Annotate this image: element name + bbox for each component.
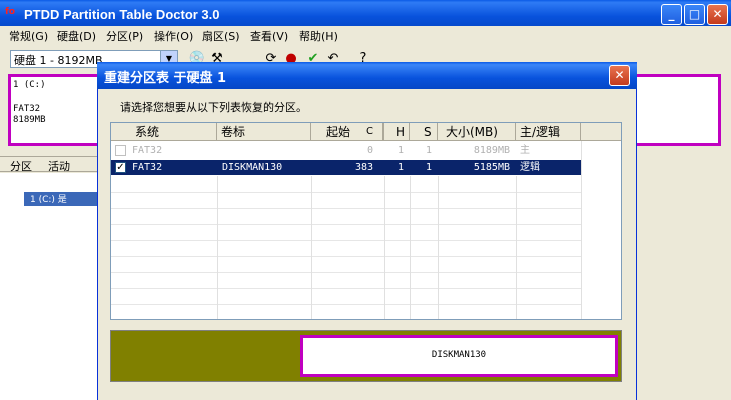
preview-partition-label: DISKMAN130	[431, 350, 487, 360]
app-logo-icon: fo	[5, 7, 16, 17]
disk-select-value: 硬盘 1 - 8192MB	[14, 54, 103, 67]
close-button[interactable]: ✕	[707, 4, 728, 25]
grid-line	[438, 176, 439, 319]
grid-line	[111, 272, 581, 273]
disk-map-size: 8189MB	[13, 115, 46, 125]
grid-line	[111, 240, 581, 241]
row-size: 8189MB	[473, 145, 510, 156]
dialog-prompt: 请选择您想要从以下列表恢复的分区。	[120, 101, 307, 114]
row-head: 1	[397, 145, 404, 156]
row-system: FAT32	[132, 162, 163, 173]
grid-line	[111, 304, 581, 305]
column-header-filler	[581, 123, 621, 141]
menu-help[interactable]: 帮助(H)	[299, 28, 338, 44]
menu-operation[interactable]: 操作(O)	[154, 28, 193, 44]
row-sector: 1	[425, 145, 432, 156]
column-header-label[interactable]: 卷标	[217, 123, 311, 141]
grid-line	[384, 176, 385, 319]
menu-sector[interactable]: 扇区(S)	[202, 28, 240, 44]
row-type: 主	[520, 145, 530, 156]
grid-line	[217, 176, 218, 319]
row-type: 逻辑	[520, 162, 540, 173]
dialog-title: 重建分区表 于硬盘 1	[104, 71, 227, 86]
grid-line	[111, 288, 581, 289]
menu-general[interactable]: 常规(G)	[9, 28, 48, 44]
row-size: 5185MB	[473, 162, 510, 173]
row-cylinder: 0	[366, 145, 373, 156]
row-sector: 1	[425, 162, 432, 173]
minimize-button[interactable]: _	[661, 4, 682, 25]
menu-partition[interactable]: 分区(P)	[106, 28, 143, 44]
row-head: 1	[397, 162, 404, 173]
row-cylinder: 383	[354, 162, 373, 173]
partition-column-header[interactable]: 分区	[10, 158, 32, 174]
row-system: FAT32	[132, 145, 163, 156]
menu-disk[interactable]: 硬盘(D)	[57, 28, 96, 44]
grid-line	[311, 176, 312, 319]
grid-line	[111, 224, 581, 225]
maximize-button[interactable]: □	[684, 4, 705, 25]
grid-line	[111, 256, 581, 257]
disk-map-partition-name: 1 (C:)	[13, 80, 46, 90]
menu-view[interactable]: 查看(V)	[250, 28, 288, 44]
column-header-c[interactable]: C	[366, 123, 373, 141]
partition-list-row[interactable]: 1 (C:) 是	[24, 192, 100, 206]
dialog-close-button[interactable]: ✕	[609, 65, 630, 86]
grid-line	[581, 141, 582, 319]
column-header-system[interactable]: 系统	[111, 123, 217, 141]
app-title: PTDD Partition Table Doctor 3.0	[24, 7, 220, 22]
grid-line	[516, 176, 517, 319]
column-header-h[interactable]: H	[384, 123, 410, 141]
partition-list	[0, 173, 100, 400]
row-label: DISKMAN130	[222, 162, 283, 173]
column-header-s[interactable]: S	[410, 123, 438, 141]
grid-line	[111, 208, 581, 209]
disk-map-filesystem: FAT32	[13, 104, 41, 114]
active-column-header[interactable]: 活动	[48, 158, 70, 174]
column-header-size[interactable]: 大小(MB)	[438, 123, 516, 141]
grid-line	[410, 176, 411, 319]
grid-line	[111, 192, 581, 193]
row-checkbox[interactable]	[115, 145, 126, 156]
row-checkbox-checked[interactable]: ✓	[115, 162, 126, 173]
column-header-type[interactable]: 主/逻辑	[516, 123, 581, 141]
